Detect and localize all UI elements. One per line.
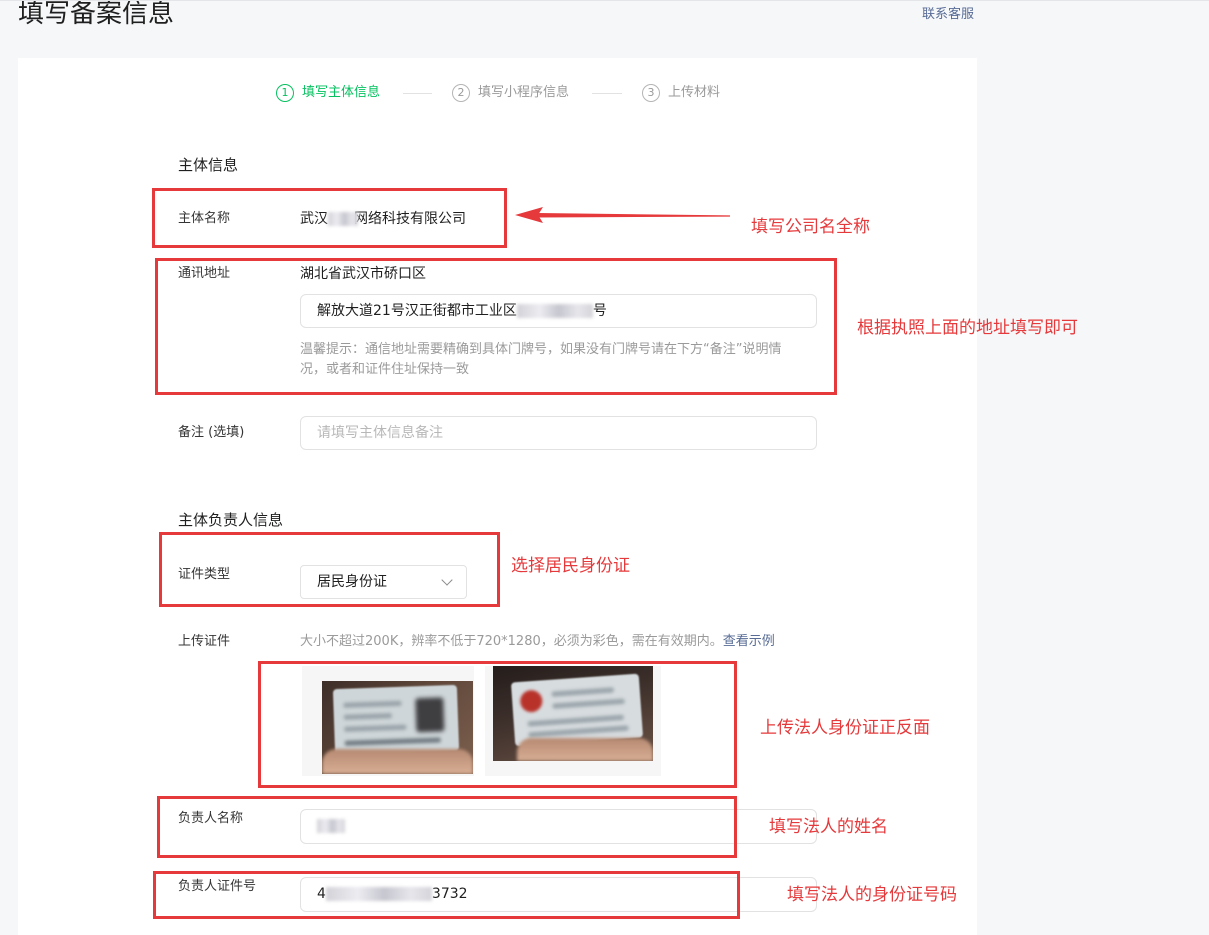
contact-support-link[interactable]: 联系客服 [922, 7, 974, 23]
subject-section-title: 主体信息 [178, 156, 239, 174]
step-3-label: 上传材料 [668, 85, 721, 100]
page-title: 填写备案信息 [18, 0, 175, 29]
annotation-owner-name: 填写法人的姓名 [769, 817, 888, 837]
page: 填写备案信息 联系客服 1 填写主体信息 2 填写小程序信息 3 上传材料 主体… [0, 0, 1209, 935]
annotation-box-id-number [153, 871, 740, 919]
step-2-label: 填写小程序信息 [478, 85, 570, 100]
step-3-number: 3 [642, 84, 660, 102]
remark-input[interactable] [300, 416, 817, 450]
owner-section-title: 主体负责人信息 [178, 511, 284, 529]
annotation-id-upload: 上传法人身份证正反面 [760, 718, 930, 738]
annotation-box-address [155, 258, 837, 395]
step-divider [403, 93, 432, 94]
step-1-label: 填写主体信息 [302, 85, 381, 100]
remark-label: 备注 (选填) [178, 425, 245, 440]
annotation-box-id-upload [258, 661, 737, 788]
annotation-address: 根据执照上面的地址填写即可 [857, 318, 1078, 338]
step-divider [592, 93, 622, 94]
view-example-link[interactable]: 查看示例 [723, 634, 775, 649]
annotation-company-name: 填写公司名全称 [751, 217, 870, 237]
upload-label: 上传证件 [178, 634, 231, 649]
annotation-box-company-name [152, 188, 507, 248]
step-2-number: 2 [452, 84, 470, 102]
annotation-id-type: 选择居民身份证 [511, 556, 630, 576]
upload-hint: 大小不超过200K，辨率不低于720*1280，必须为彩色，需在有效期内。查看示… [300, 634, 775, 650]
upload-hint-text: 大小不超过200K，辨率不低于720*1280，必须为彩色，需在有效期内。 [300, 634, 723, 649]
step-1-number: 1 [276, 84, 294, 102]
arrow-left-icon [515, 207, 730, 223]
annotation-id-number: 填写法人的身份证号码 [787, 885, 957, 905]
annotation-box-owner-name [157, 796, 737, 858]
annotation-box-id-type [159, 532, 500, 607]
